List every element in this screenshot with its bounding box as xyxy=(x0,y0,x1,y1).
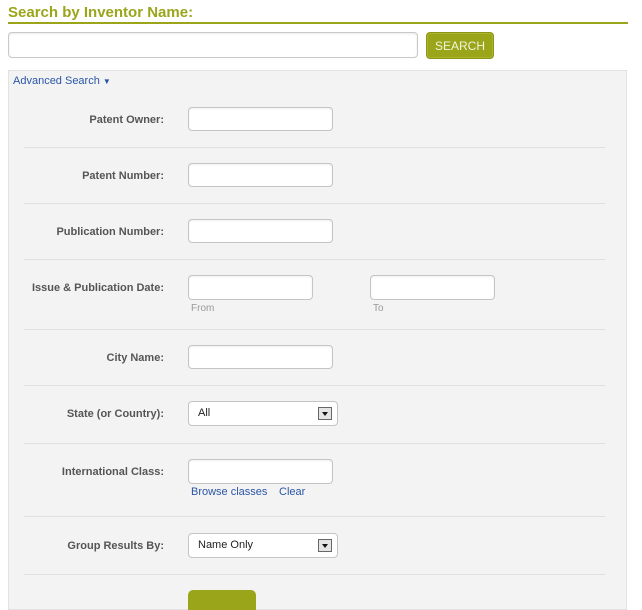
patent-number-input[interactable] xyxy=(188,163,333,187)
state-select-value: All xyxy=(198,407,211,419)
state-select[interactable]: All xyxy=(188,401,338,426)
publication-number-label: Publication Number: xyxy=(56,226,164,238)
search-button[interactable]: SEARCH xyxy=(426,32,494,59)
advanced-search-label: Advanced Search xyxy=(13,75,100,87)
publication-number-input[interactable] xyxy=(188,219,333,243)
group-results-select[interactable]: Name Only xyxy=(188,533,338,558)
patent-owner-label: Patent Owner: xyxy=(89,114,164,126)
page-title: Search by Inventor Name: xyxy=(8,4,194,21)
city-name-input[interactable] xyxy=(188,345,333,369)
divider xyxy=(24,147,605,148)
city-name-label: City Name: xyxy=(106,352,164,364)
divider xyxy=(24,203,605,204)
from-hint: From xyxy=(191,303,215,314)
divider xyxy=(24,574,605,575)
divider xyxy=(24,516,605,517)
international-class-input[interactable] xyxy=(188,459,333,484)
divider xyxy=(24,259,605,260)
browse-classes-link[interactable]: Browse classes xyxy=(191,486,267,498)
issue-date-from-input[interactable] xyxy=(188,275,313,300)
clear-link[interactable]: Clear xyxy=(279,486,305,498)
dropdown-arrow-icon[interactable] xyxy=(318,407,332,420)
patent-owner-input[interactable] xyxy=(188,107,333,131)
triangle-down-icon: ▼ xyxy=(102,77,111,86)
title-divider xyxy=(8,22,628,24)
issue-date-to-input[interactable] xyxy=(370,275,495,300)
to-hint: To xyxy=(373,303,384,314)
state-label: State (or Country): xyxy=(66,408,164,420)
divider xyxy=(24,385,605,386)
divider xyxy=(24,443,605,444)
inventor-name-input[interactable] xyxy=(8,32,418,58)
advanced-search-panel xyxy=(8,70,627,610)
group-results-label: Group Results By: xyxy=(67,540,164,552)
dropdown-arrow-icon[interactable] xyxy=(318,539,332,552)
group-results-select-value: Name Only xyxy=(198,539,254,551)
divider xyxy=(24,329,605,330)
advanced-search-submit-button[interactable] xyxy=(188,590,256,610)
advanced-search-toggle[interactable]: Advanced Search ▼ xyxy=(13,75,111,87)
patent-number-label: Patent Number: xyxy=(82,170,164,182)
issue-date-label: Issue & Publication Date: xyxy=(31,282,164,294)
international-class-label: International Class: xyxy=(61,466,164,478)
